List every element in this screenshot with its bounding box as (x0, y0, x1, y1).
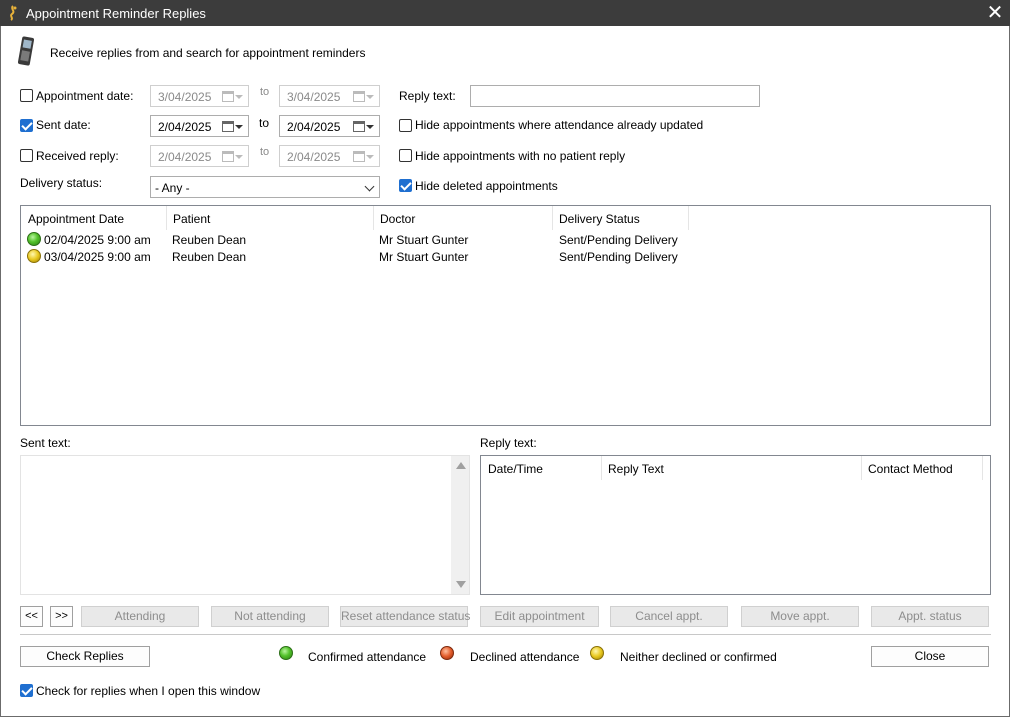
column-header-contact-method[interactable]: Contact Method (861, 456, 983, 480)
window-title: Appointment Reminder Replies (26, 6, 206, 21)
reply-list[interactable]: Date/Time Reply Text Contact Method (480, 455, 991, 595)
hide-attendance-updated-label: Hide appointments where attendance alrea… (415, 118, 704, 132)
appt-status-button[interactable]: Appt. status (871, 606, 989, 627)
hide-deleted-checkbox[interactable] (399, 179, 412, 192)
sent-date-label: Sent date: (36, 118, 91, 132)
received-reply-to-picker[interactable]: 2/04/2025 (279, 145, 380, 167)
sent-date-from-picker[interactable]: 2/04/2025 (150, 115, 249, 137)
sent-date-to-value: 2/04/2025 (287, 120, 341, 134)
edit-appointment-button[interactable]: Edit appointment (480, 606, 599, 627)
received-reply-to-value: 2/04/2025 (287, 150, 341, 164)
confirmed-legend-icon (279, 646, 293, 660)
column-header-patient[interactable]: Patient (166, 206, 374, 230)
column-header-appointment-date[interactable]: Appointment Date (21, 206, 167, 230)
calendar-icon (353, 121, 365, 132)
chevron-down-icon (364, 181, 375, 192)
reply-text-label: Reply text: (480, 436, 537, 450)
sent-date-to-picker[interactable]: 2/04/2025 (279, 115, 380, 137)
chevron-down-icon (366, 125, 374, 129)
chevron-down-icon (366, 95, 374, 99)
appointment-date-from-picker[interactable]: 3/04/2025 (150, 85, 249, 107)
appointment-date-cell: 03/04/2025 9:00 am (44, 250, 151, 264)
close-button[interactable]: Close (871, 646, 989, 667)
confirmed-legend-label: Confirmed attendance (308, 650, 427, 664)
window-close-button[interactable]: ✕ (984, 2, 1006, 24)
delivery-status-cell: Sent/Pending Delivery (559, 250, 678, 264)
confirmed-status-icon (27, 232, 41, 246)
appointment-date-label: Appointment date: (36, 89, 134, 103)
cancel-appt-button[interactable]: Cancel appt. (610, 606, 728, 627)
received-reply-to-label: to (260, 146, 270, 158)
reply-text-filter-input[interactable] (470, 85, 760, 107)
header-description: Receive replies from and search for appo… (50, 46, 366, 60)
appointments-list[interactable]: Appointment Date Patient Doctor Delivery… (20, 205, 991, 426)
appointment-date-checkbox[interactable] (20, 89, 33, 102)
calendar-icon (222, 121, 234, 132)
calendar-icon (222, 91, 234, 102)
hide-no-reply-checkbox[interactable] (399, 149, 412, 162)
calendar-icon (353, 151, 365, 162)
move-appt-button[interactable]: Move appt. (741, 606, 859, 627)
appointment-date-to-value: 3/04/2025 (287, 90, 341, 104)
appointment-date-to-picker[interactable]: 3/04/2025 (279, 85, 380, 107)
delivery-status-label: Delivery status: (20, 176, 103, 190)
column-header-doctor[interactable]: Doctor (373, 206, 553, 230)
declined-legend-label: Declined attendance (470, 650, 580, 664)
doctor-cell: Mr Stuart Gunter (379, 233, 469, 247)
scroll-up-icon[interactable] (456, 462, 466, 469)
calendar-icon (353, 91, 365, 102)
reply-text-filter-label: Reply text: (399, 89, 456, 103)
received-reply-from-value: 2/04/2025 (158, 150, 212, 164)
chevron-down-icon (235, 95, 243, 99)
hide-attendance-updated-checkbox[interactable] (399, 119, 412, 132)
appointment-date-to-label: to (260, 86, 270, 98)
received-reply-label: Received reply: (36, 149, 119, 163)
column-header-reply-text[interactable]: Reply Text (601, 456, 862, 480)
previous-button[interactable]: << (20, 606, 43, 627)
title-bar: Appointment Reminder Replies ✕ (0, 0, 1010, 26)
appointment-date-cell: 02/04/2025 9:00 am (44, 233, 151, 247)
sent-date-from-value: 2/04/2025 (158, 120, 212, 134)
declined-legend-icon (440, 646, 454, 660)
column-header-date-time[interactable]: Date/Time (481, 456, 602, 480)
delivery-status-value: - Any - (155, 181, 190, 195)
chevron-down-icon (366, 155, 374, 159)
sent-date-checkbox[interactable] (20, 119, 33, 132)
received-reply-from-picker[interactable]: 2/04/2025 (150, 145, 249, 167)
neither-status-icon (27, 249, 41, 263)
app-logo-icon (10, 5, 17, 21)
neither-legend-label: Neither declined or confirmed (620, 650, 777, 664)
hide-deleted-label: Hide deleted appointments (415, 179, 558, 193)
sent-date-to-label: to (259, 116, 270, 130)
next-button[interactable]: >> (50, 606, 73, 627)
received-reply-checkbox[interactable] (20, 149, 33, 162)
patient-cell: Reuben Dean (172, 250, 247, 264)
delivery-status-select[interactable]: - Any - (150, 176, 380, 198)
hide-no-reply-label: Hide appointments with no patient reply (415, 149, 626, 163)
check-on-open-checkbox[interactable] (20, 684, 33, 697)
appointment-row[interactable]: 02/04/2025 9:00 am Reuben Dean Mr Stuart… (21, 232, 989, 249)
doctor-cell: Mr Stuart Gunter (379, 250, 469, 264)
chevron-down-icon (235, 125, 243, 129)
reset-attendance-button[interactable]: Reset attendance status (340, 606, 470, 627)
neither-legend-icon (590, 646, 604, 660)
delivery-status-cell: Sent/Pending Delivery (559, 233, 678, 247)
sent-text-scrollbar[interactable] (451, 456, 469, 594)
appointment-row[interactable]: 03/04/2025 9:00 am Reuben Dean Mr Stuart… (21, 249, 989, 266)
check-on-open-label: Check for replies when I open this windo… (36, 684, 261, 698)
attending-button[interactable]: Attending (81, 606, 199, 627)
calendar-icon (222, 151, 234, 162)
appointment-date-from-value: 3/04/2025 (158, 90, 212, 104)
column-header-delivery-status[interactable]: Delivery Status (552, 206, 689, 230)
patient-cell: Reuben Dean (172, 233, 247, 247)
chevron-down-icon (235, 155, 243, 159)
sent-text-area[interactable] (20, 455, 470, 595)
footer-divider (20, 634, 991, 635)
not-attending-button[interactable]: Not attending (211, 606, 329, 627)
scroll-down-icon[interactable] (456, 581, 466, 588)
sent-text-label: Sent text: (20, 436, 71, 450)
check-replies-button[interactable]: Check Replies (20, 646, 150, 667)
mobile-phone-icon (17, 36, 35, 66)
